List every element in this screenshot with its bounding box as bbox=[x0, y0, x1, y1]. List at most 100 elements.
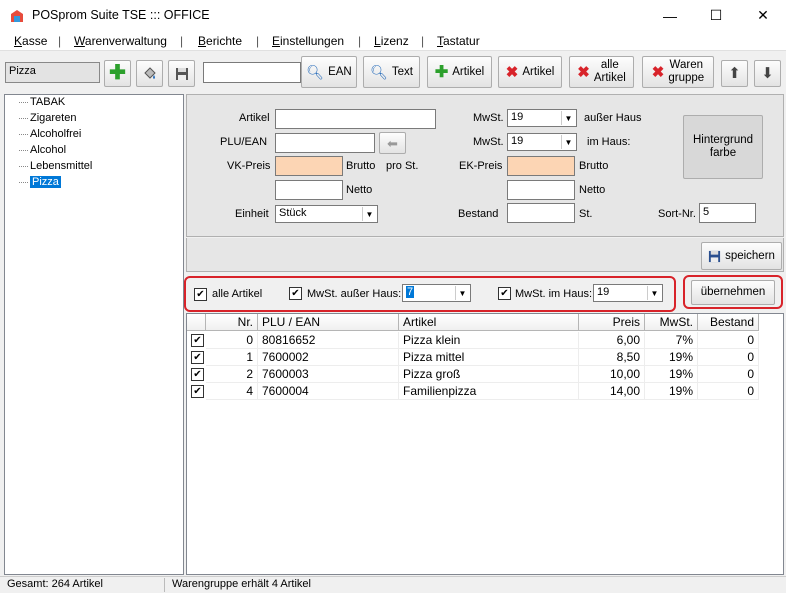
einheit-label: Einheit bbox=[235, 208, 269, 220]
grid-header-artikel[interactable]: Artikel bbox=[399, 314, 579, 331]
save-strip: speichern bbox=[186, 238, 784, 272]
search-ean-button[interactable]: 🔍︎ EAN bbox=[301, 56, 357, 88]
mwst-ausser-checkbox[interactable]: ✔ bbox=[289, 287, 302, 300]
row-checkbox[interactable]: ✔ bbox=[191, 368, 204, 381]
search-text-button[interactable]: 🔍︎ Text bbox=[363, 56, 420, 88]
ek-netto-input[interactable] bbox=[507, 180, 575, 200]
cell-artikel: Familienpizza bbox=[399, 383, 579, 400]
delete-article-button[interactable]: ✖ Artikel bbox=[498, 56, 562, 88]
tree-item-alcoholfrei[interactable]: Alcoholfrei bbox=[19, 128, 81, 140]
cell-bestand: 0 bbox=[698, 383, 759, 400]
maximize-button[interactable]: ☐ bbox=[693, 0, 739, 31]
menu-lizenz[interactable]: Lizenz bbox=[374, 34, 409, 48]
row-checkbox[interactable]: ✔ bbox=[191, 334, 204, 347]
save-group-button[interactable] bbox=[168, 60, 195, 87]
mwst-im-filter-label: MwSt. im Haus: bbox=[515, 288, 593, 300]
window-title: POSprom Suite TSE ::: OFFICE bbox=[32, 8, 210, 22]
brutto-label: Brutto bbox=[346, 160, 376, 172]
menu-berichte[interactable]: Berichte bbox=[198, 34, 242, 48]
grid-header-bestand[interactable]: Bestand bbox=[698, 314, 759, 331]
bestand-label: Bestand bbox=[458, 208, 499, 220]
cell-mwst: 7% bbox=[645, 332, 698, 349]
mwst-im-filter-select[interactable]: 19 ▼ bbox=[593, 284, 663, 302]
delete-all-articles-button[interactable]: ✖ alle Artikel bbox=[569, 56, 634, 88]
cell-nr: 2 bbox=[206, 366, 258, 383]
cell-mwst: 19% bbox=[645, 366, 698, 383]
sort-nr-input[interactable]: 5 bbox=[699, 203, 756, 223]
cell-artikel: Pizza klein bbox=[399, 332, 579, 349]
menu-einstellungen[interactable]: Einstellungen bbox=[272, 34, 344, 48]
cell-preis: 10,00 bbox=[579, 366, 645, 383]
tree-item-zigareten[interactable]: Zigareten bbox=[19, 112, 76, 124]
brutto-label: Brutto bbox=[579, 160, 609, 172]
delete-group-button[interactable]: ✖ Waren gruppe bbox=[642, 56, 714, 88]
grid-header-nr[interactable]: Nr. bbox=[206, 314, 258, 331]
filter-row: ✔ alle Artikel ✔ MwSt. außer Haus: 7 ▼ ✔ … bbox=[184, 273, 784, 313]
article-grid[interactable]: Nr. PLU / EAN Artikel Preis MwSt. Bestan… bbox=[186, 313, 784, 575]
move-down-button[interactable]: ⬇ bbox=[754, 60, 781, 87]
mwst-ausser-label: MwSt. bbox=[473, 112, 504, 124]
status-total: Gesamt: 264 Artikel bbox=[7, 578, 103, 590]
chevron-down-icon: ▼ bbox=[561, 135, 575, 149]
menu-separator: | bbox=[421, 34, 425, 48]
magnifier-icon: 🔍︎ bbox=[306, 63, 325, 80]
menu-kasse[interactable]: Kasse bbox=[14, 34, 47, 48]
grid-header-preis[interactable]: Preis bbox=[579, 314, 645, 331]
paint-bucket-button[interactable] bbox=[136, 60, 163, 87]
chevron-down-icon: ▼ bbox=[647, 286, 661, 300]
bestand-input[interactable] bbox=[507, 203, 575, 223]
ek-preis-input[interactable] bbox=[507, 156, 575, 176]
sort-nr-label: Sort-Nr. bbox=[658, 208, 696, 220]
close-button[interactable]: ✕ bbox=[740, 0, 786, 31]
move-up-button[interactable]: ⬆ bbox=[721, 60, 748, 87]
cell-mwst: 19% bbox=[645, 383, 698, 400]
status-group-info: Warengruppe erhält 4 Artikel bbox=[172, 578, 311, 590]
menu-tastatur[interactable]: Tastatur bbox=[437, 34, 480, 48]
group-name-field[interactable]: Pizza bbox=[5, 62, 100, 83]
save-button[interactable]: speichern bbox=[701, 242, 782, 270]
plu-input[interactable] bbox=[275, 133, 375, 153]
grid-header-mwst[interactable]: MwSt. bbox=[645, 314, 698, 331]
cell-nr: 4 bbox=[206, 383, 258, 400]
mwst-im-label: MwSt. bbox=[473, 136, 504, 148]
add-article-button[interactable]: ✚ Artikel bbox=[427, 56, 492, 88]
apply-button[interactable]: übernehmen bbox=[691, 280, 775, 305]
row-checkbox[interactable]: ✔ bbox=[191, 351, 204, 364]
mwst-ausser-filter-label: MwSt. außer Haus: bbox=[307, 288, 402, 300]
cell-artikel: Pizza mittel bbox=[399, 349, 579, 366]
floppy-icon bbox=[708, 250, 721, 262]
minimize-button[interactable]: — bbox=[647, 0, 693, 31]
vk-preis-input[interactable] bbox=[275, 156, 343, 176]
cell-bestand: 0 bbox=[698, 332, 759, 349]
artikel-input[interactable] bbox=[275, 109, 436, 129]
mwst-im-checkbox[interactable]: ✔ bbox=[498, 287, 511, 300]
search-input[interactable] bbox=[203, 62, 301, 83]
all-articles-checkbox[interactable]: ✔ bbox=[194, 288, 207, 301]
tree-item-pizza[interactable]: Pizza bbox=[19, 176, 61, 188]
vk-netto-input[interactable] bbox=[275, 180, 343, 200]
menu-separator: | bbox=[180, 34, 184, 48]
cell-preis: 14,00 bbox=[579, 383, 645, 400]
chevron-down-icon: ▼ bbox=[561, 111, 575, 125]
cell-artikel: Pizza groß bbox=[399, 366, 579, 383]
tree-item-alcohol[interactable]: Alcohol bbox=[19, 144, 66, 156]
plu-generate-button[interactable]: ⬅ bbox=[379, 132, 406, 154]
paint-bucket-icon bbox=[143, 66, 156, 79]
menu-warenverwaltung[interactable]: Warenverwaltung bbox=[74, 34, 167, 48]
background-color-button[interactable]: Hintergrund farbe bbox=[683, 115, 763, 179]
mwst-ausser-select[interactable]: 19 ▼ bbox=[507, 109, 577, 127]
grid-header-plu[interactable]: PLU / EAN bbox=[258, 314, 399, 331]
row-checkbox[interactable]: ✔ bbox=[191, 385, 204, 398]
grid-header-check bbox=[187, 314, 206, 331]
menu-separator: | bbox=[256, 34, 260, 48]
arrow-down-icon: ⬇ bbox=[761, 65, 774, 82]
mwst-ausser-filter-select[interactable]: 7 ▼ bbox=[402, 284, 471, 302]
mwst-im-select[interactable]: 19 ▼ bbox=[507, 133, 577, 151]
cell-bestand: 0 bbox=[698, 366, 759, 383]
menu-separator: | bbox=[58, 34, 62, 48]
einheit-select[interactable]: Stück ▼ bbox=[275, 205, 378, 223]
add-group-button[interactable]: ✚ bbox=[104, 60, 131, 87]
product-group-tree[interactable]: TABAK Zigareten Alcoholfrei Alcohol Lebe… bbox=[4, 94, 184, 575]
tree-item-tabak[interactable]: TABAK bbox=[19, 96, 65, 108]
tree-item-lebensmittel[interactable]: Lebensmittel bbox=[19, 160, 92, 172]
